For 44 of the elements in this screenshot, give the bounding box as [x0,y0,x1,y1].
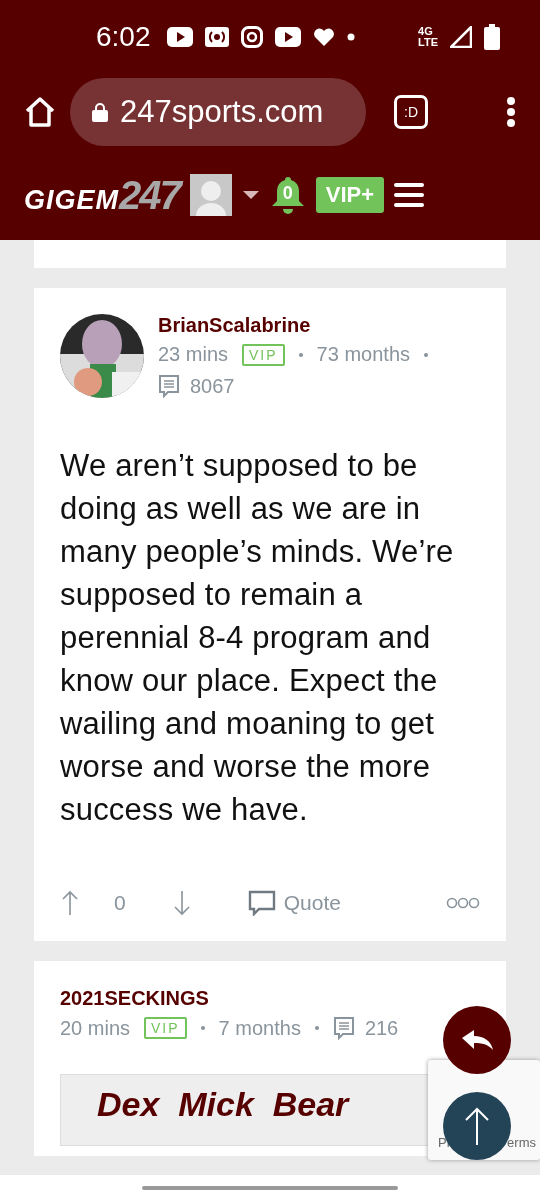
arrow-down-icon [173,890,190,916]
signal-icon [450,26,472,48]
broadcast-icon [204,27,229,47]
member-tenure: 7 months [218,1016,301,1040]
post-body: We aren’t supposed to be doing as well as we are in many people’s minds. We’re supposed to remain a perennial 8-4 program and know our place. Expect the wailing and moaning to get worse and worse the more success we have. [60,447,455,829]
post-count: 216 [364,1016,399,1040]
dot-icon [346,33,355,41]
post-count: 8067 [190,374,235,398]
username[interactable]: 2021SECKINGS [60,987,399,1010]
more-options-icon[interactable] [446,897,480,909]
home-handle[interactable] [142,1185,398,1190]
url-text: 247sports.com [120,94,324,130]
arrow-up-icon [62,890,78,916]
more-icon[interactable] [506,97,516,127]
comment-icon [158,374,180,398]
camera-icon [240,26,263,48]
downvote-button[interactable] [173,890,190,916]
embed-title: Dex Mick Bear [97,1085,349,1123]
member-tenure: 73 months [316,343,410,366]
video-icon [274,27,301,47]
arrow-up-icon [464,1106,490,1146]
vote-count: 0 [114,891,126,915]
menu-icon[interactable] [394,182,425,208]
caret-icon[interactable] [241,190,260,200]
vip-badge: VIP [144,1017,187,1039]
heart-icon [312,27,335,47]
home-icon[interactable] [24,96,56,128]
user-avatar-icon[interactable] [189,174,232,216]
comment-icon [332,1016,355,1040]
post-time: 20 mins [60,1016,131,1040]
captcha-link[interactable]: erms [507,1135,536,1150]
video-icon [166,27,193,47]
vip-badge: VIP [242,343,285,366]
lock-icon [92,102,108,122]
username[interactable]: BrianScalabrine [158,314,480,337]
network-label: 4G LTE [418,26,438,48]
quote-icon [247,890,276,916]
status-time: 6:02 [96,21,151,53]
tab-switcher-button[interactable]: :D [394,95,428,129]
upvote-button[interactable] [62,890,78,916]
battery-icon [484,24,500,50]
reply-icon [460,1029,494,1051]
post-time: 23 mins [158,343,229,366]
address-bar[interactable]: 247sports.com [70,78,366,146]
